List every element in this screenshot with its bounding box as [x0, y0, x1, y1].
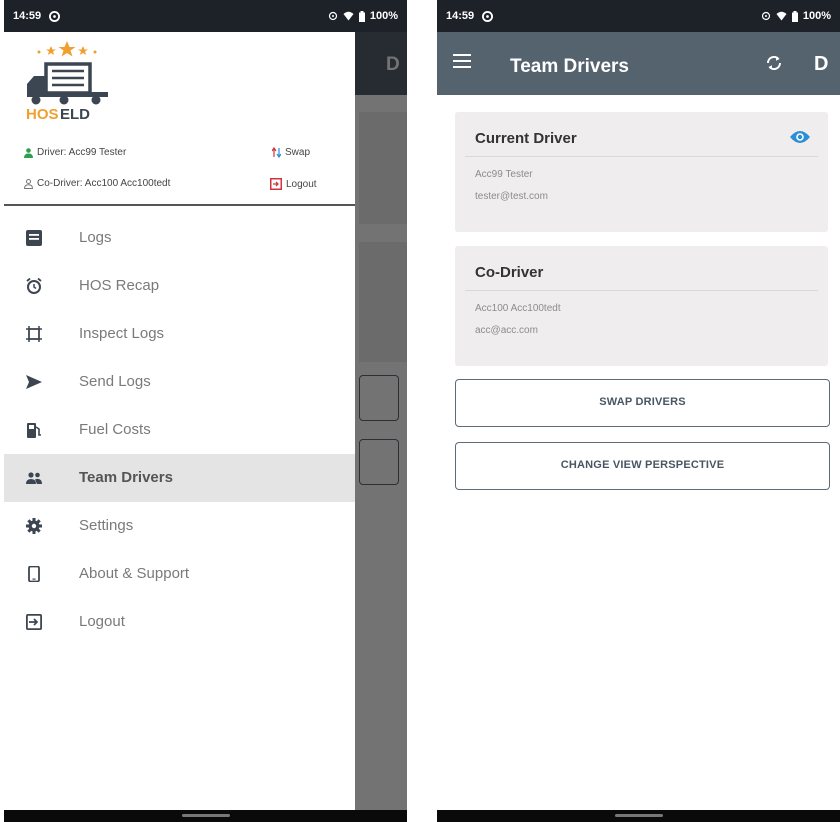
drawer-item-label: Inspect Logs: [79, 325, 165, 342]
drawer-item-label: HOS Recap: [79, 277, 160, 294]
co-driver-name: Acc100 Acc100tedt: [475, 303, 561, 314]
drawer-item-label: Send Logs: [79, 373, 151, 390]
hos-eld-logo: HOS ELD: [26, 41, 108, 122]
sync-icon[interactable]: [765, 54, 783, 72]
drawer-item-label: Fuel Costs: [79, 421, 151, 438]
card-title: Current Driver: [475, 130, 577, 147]
alarm-clock-icon: [26, 278, 42, 294]
logout-red-icon: [270, 178, 282, 190]
page-title: Team Drivers: [510, 56, 629, 77]
logo-brand-text-b: ELD: [60, 106, 90, 122]
right-phone-screen: 14:59 100% Team Drivers D Current Driver…: [437, 0, 840, 822]
current-driver-name: Acc99 Tester: [475, 169, 533, 180]
logout-icon: [26, 614, 42, 630]
swap-drivers-button[interactable]: SWAP DRIVERS: [455, 379, 830, 427]
app-notification-icon: [482, 10, 494, 22]
drawer-item-send-logs[interactable]: Send Logs: [4, 358, 355, 406]
driver-label: Driver: Acc99 Tester: [37, 147, 127, 158]
status-bar: 14:59 100%: [437, 0, 840, 32]
drawer-item-fuel-costs[interactable]: Fuel Costs: [4, 406, 355, 454]
current-driver-email: tester@test.com: [475, 191, 548, 202]
battery-icon: [791, 10, 798, 22]
swap-icon: [272, 147, 281, 158]
card-divider: [465, 156, 818, 157]
battery-icon: [358, 10, 365, 22]
drawer-item-label: Logs: [79, 229, 112, 246]
drawer-item-team-drivers[interactable]: Team Drivers: [4, 454, 355, 502]
status-time: 14:59: [446, 10, 475, 22]
swap-link[interactable]: Swap: [272, 147, 310, 158]
co-driver-email: acc@acc.com: [475, 325, 538, 336]
header-logout-link[interactable]: Logout: [270, 178, 317, 190]
card-title: Co-Driver: [475, 264, 544, 281]
system-nav-bar: [4, 810, 407, 822]
left-phone-screen: 14:59 100% D: [4, 0, 407, 822]
driver-row: Driver: Acc99 Tester: [24, 147, 126, 158]
drawer-item-label: Logout: [79, 613, 125, 630]
header-logout-label: Logout: [286, 178, 317, 190]
system-nav-bar: [437, 810, 840, 822]
logo-brand-text-a: HOS: [26, 106, 59, 122]
logs-icon: [26, 230, 42, 246]
drawer-item-inspect-logs[interactable]: Inspect Logs: [4, 310, 355, 358]
drawer-header: HOS ELD Driver: Acc99 Tester Co-Driver: …: [4, 32, 355, 206]
co-driver-card: Co-Driver Acc100 Acc100tedt acc@acc.com: [455, 246, 828, 366]
driver-perspective-letter[interactable]: D: [814, 53, 828, 76]
app-notification-icon: [49, 10, 61, 22]
phone-icon: [28, 566, 40, 582]
home-gesture-pill[interactable]: [614, 814, 663, 817]
codriver-row: Co-Driver: Acc100 Acc100tedt: [24, 178, 170, 189]
battery-percent: 100%: [802, 10, 831, 22]
drawer-item-label: About & Support: [79, 565, 190, 582]
navigation-drawer: HOS ELD Driver: Acc99 Tester Co-Driver: …: [4, 32, 355, 810]
drawer-item-logout[interactable]: Logout: [4, 598, 355, 646]
eye-icon[interactable]: [790, 130, 810, 144]
gear-icon: [26, 518, 42, 534]
drawer-item-settings[interactable]: Settings: [4, 502, 355, 550]
codriver-person-icon: [24, 178, 33, 189]
drawer-item-label: Team Drivers: [79, 469, 173, 486]
status-time: 14:59: [13, 10, 42, 22]
drawer-item-label: Settings: [79, 517, 134, 534]
home-gesture-pill[interactable]: [181, 814, 230, 817]
hotspot-icon: [328, 11, 337, 21]
team-icon: [26, 472, 42, 484]
hamburger-menu-icon[interactable]: [453, 54, 471, 70]
status-bar: 14:59 100%: [4, 0, 407, 32]
codriver-label: Co-Driver: Acc100 Acc100tedt: [37, 178, 171, 189]
current-driver-card: Current Driver Acc99 Tester tester@test.…: [455, 112, 828, 232]
hotspot-icon: [761, 11, 770, 21]
swap-label: Swap: [285, 147, 311, 158]
driver-person-icon: [24, 147, 33, 158]
wifi-icon: [776, 11, 787, 21]
send-icon: [26, 375, 42, 389]
fuel-pump-icon: [27, 423, 41, 438]
change-view-perspective-button[interactable]: CHANGE VIEW PERSPECTIVE: [455, 442, 830, 490]
drawer-item-about-support[interactable]: About & Support: [4, 550, 355, 598]
battery-percent: 100%: [369, 10, 398, 22]
card-divider: [465, 290, 818, 291]
app-bar: Team Drivers D: [437, 32, 840, 95]
inspect-icon: [26, 326, 42, 342]
wifi-icon: [343, 11, 354, 21]
drawer-item-hos-recap[interactable]: HOS Recap: [4, 262, 355, 310]
drawer-item-logs[interactable]: Logs: [4, 214, 355, 262]
team-drivers-content: Current Driver Acc99 Tester tester@test.…: [437, 95, 840, 810]
